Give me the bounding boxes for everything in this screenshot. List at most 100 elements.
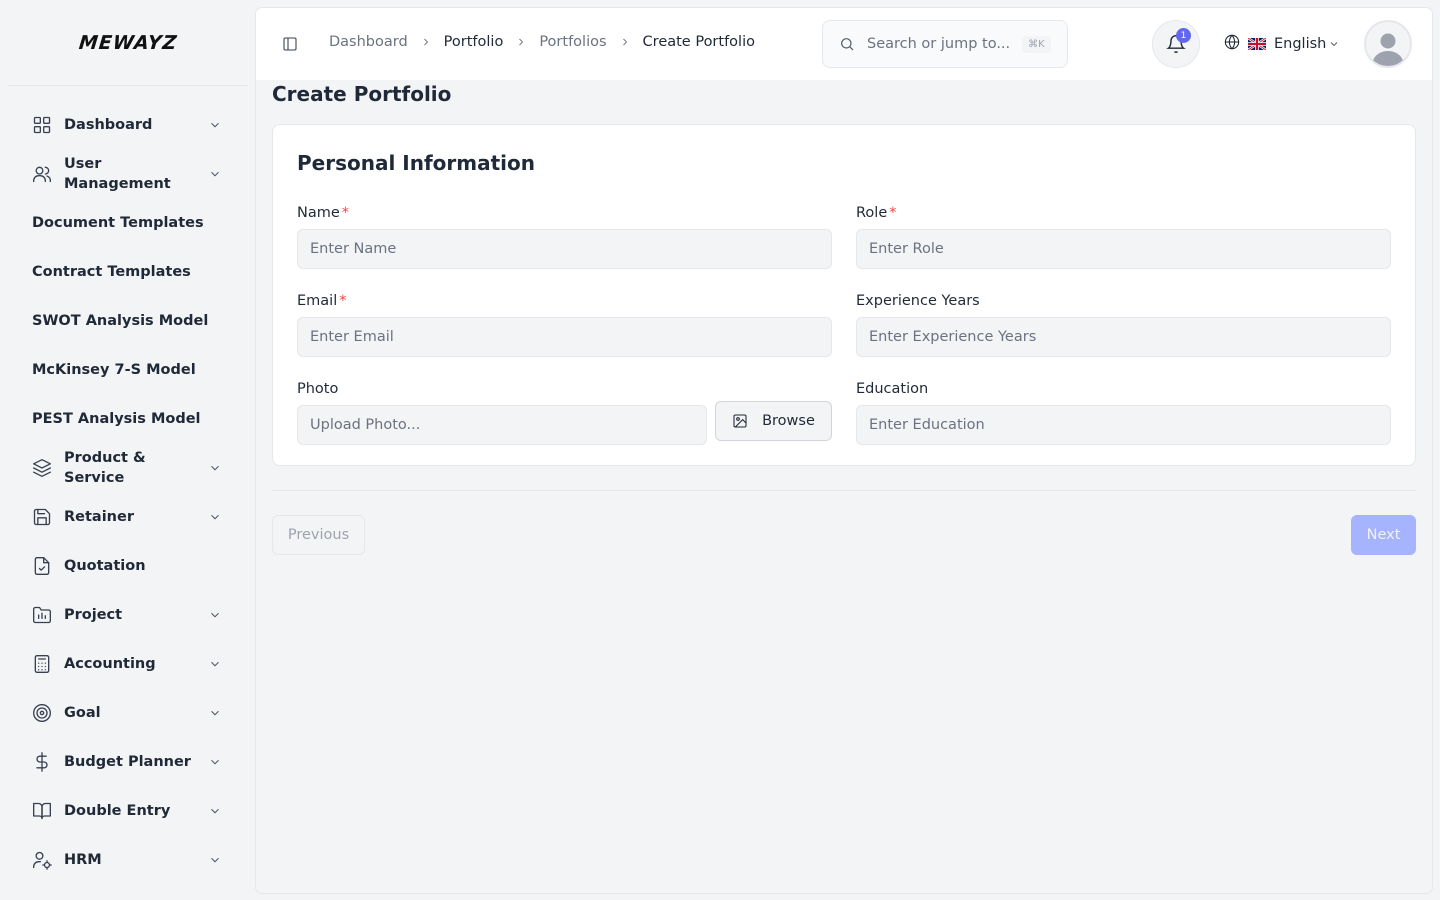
image-icon — [733, 414, 747, 428]
next-button[interactable]: Next — [1351, 515, 1416, 555]
browse-label: Browse — [762, 413, 815, 429]
required-marker: * — [339, 293, 347, 309]
experience-label: Experience Years — [856, 293, 1391, 313]
search-icon — [841, 38, 854, 51]
sidebar-item-label: Dashboard — [64, 116, 153, 133]
logo[interactable]: MEWAYZ — [8, 0, 248, 86]
target-icon — [32, 703, 52, 723]
breadcrumb-portfolios[interactable]: Portfolios — [539, 34, 606, 50]
sidebar-item-user-management[interactable]: User Management — [0, 149, 256, 198]
sidebar-item-label: McKinsey 7-S Model — [32, 361, 196, 378]
required-marker: * — [889, 205, 897, 221]
topbar: Dashboard Portfolio Portfolios Create Po… — [256, 8, 1432, 80]
chevron-down-icon — [208, 706, 222, 720]
sidebar-item-budget-planner[interactable]: Budget Planner — [0, 737, 256, 786]
sidebar-item-project[interactable]: Project — [0, 590, 256, 639]
previous-button[interactable]: Previous — [272, 515, 365, 555]
search-placeholder: Search or jump to... — [867, 36, 1011, 52]
sidebar: MEWAYZ Dashboard User Management Documen… — [0, 0, 256, 900]
sidebar-item-retainer[interactable]: Retainer — [0, 492, 256, 541]
calculator-icon — [32, 654, 52, 674]
photo-label: Photo — [297, 381, 707, 401]
sidebar-item-pest-analysis-model[interactable]: PEST Analysis Model — [0, 394, 256, 443]
sidebar-item-label: User Management — [64, 155, 171, 192]
user-cog-icon — [32, 850, 52, 870]
sidebar-item-hrm[interactable]: HRM — [0, 835, 256, 884]
email-label-text: Email — [297, 293, 338, 309]
chevron-right-icon — [420, 36, 432, 48]
education-placeholder: Enter Education — [869, 417, 985, 433]
chevron-down-icon — [208, 608, 222, 622]
email-label: Email * — [297, 293, 832, 313]
name-placeholder: Enter Name — [310, 241, 397, 257]
sidebar-item-contract-templates[interactable]: Contract Templates — [0, 247, 256, 296]
grid-icon — [32, 115, 52, 135]
breadcrumb-portfolio[interactable]: Portfolio — [444, 34, 504, 50]
email-input[interactable]: Enter Email — [297, 317, 832, 357]
divider — [272, 490, 1416, 491]
sidebar-item-document-templates[interactable]: Document Templates — [0, 198, 256, 247]
sidebar-item-dashboard[interactable]: Dashboard — [0, 100, 256, 149]
sidebar-item-label: Product & Service — [64, 449, 146, 486]
browse-button[interactable]: Browse — [715, 401, 832, 441]
name-field-group: Name * Enter Name — [297, 205, 832, 269]
role-label-text: Role — [856, 205, 888, 221]
sidebar-item-swot-analysis-model[interactable]: SWOT Analysis Model — [0, 296, 256, 345]
avatar[interactable] — [1364, 20, 1412, 68]
education-label-text: Education — [856, 381, 929, 397]
notification-button[interactable]: 1 — [1152, 20, 1200, 68]
sidebar-item-label: Retainer — [64, 508, 134, 525]
photo-field-group: Photo Upload Photo... — [297, 381, 707, 445]
breadcrumb: Dashboard Portfolio Portfolios Create Po… — [329, 34, 755, 50]
photo-placeholder: Upload Photo... — [310, 417, 421, 433]
page-title: Create Portfolio — [272, 82, 452, 106]
sidebar-item-label: Double Entry — [64, 802, 171, 819]
required-marker: * — [341, 205, 350, 221]
sidebar-item-product-service[interactable]: Product & Service — [0, 443, 256, 492]
experience-field-group: Experience Years Enter Experience Years — [856, 293, 1391, 357]
chevron-right-icon — [515, 36, 527, 48]
sidebar-item-label: Contract Templates — [32, 263, 191, 280]
name-input[interactable]: Enter Name — [297, 229, 832, 269]
sidebar-item-accounting[interactable]: Accounting — [0, 639, 256, 688]
breadcrumb-dashboard[interactable]: Dashboard — [329, 34, 408, 50]
search-input[interactable]: Search or jump to... ⌘K — [822, 20, 1068, 68]
section-title: Personal Information — [297, 151, 535, 175]
logo-text: MEWAYZ — [77, 31, 179, 54]
name-label-text: Name — [297, 205, 340, 221]
save-icon — [32, 507, 52, 527]
sidebar-toggle-icon[interactable] — [282, 36, 298, 52]
chevron-down-icon — [208, 853, 222, 867]
sidebar-item-mckinsey-7s-model[interactable]: McKinsey 7-S Model — [0, 345, 256, 394]
role-field-group: Role * Enter Role — [856, 205, 1391, 269]
layers-icon — [32, 458, 52, 478]
dollar-icon — [32, 751, 52, 772]
uk-flag-icon — [1247, 37, 1267, 51]
sidebar-item-label: Quotation — [64, 557, 146, 574]
language-selector[interactable]: English — [1224, 34, 1340, 54]
sidebar-item-label: SWOT Analysis Model — [32, 312, 209, 329]
chevron-down-icon — [208, 755, 222, 769]
chevron-down-icon — [208, 657, 222, 671]
chevron-down-icon — [208, 510, 222, 524]
photo-input[interactable]: Upload Photo... — [297, 405, 707, 445]
sidebar-item-quotation[interactable]: Quotation — [0, 541, 256, 590]
sidebar-item-goal[interactable]: Goal — [0, 688, 256, 737]
main-panel: Dashboard Portfolio Portfolios Create Po… — [256, 8, 1432, 893]
email-placeholder: Enter Email — [310, 329, 394, 345]
language-label: English — [1274, 36, 1327, 52]
search-shortcut: ⌘K — [1022, 35, 1051, 53]
chevron-down-icon — [208, 804, 222, 818]
education-input[interactable]: Enter Education — [856, 405, 1391, 445]
name-label: Name * — [297, 205, 832, 225]
users-icon — [32, 164, 52, 184]
experience-input[interactable]: Enter Experience Years — [856, 317, 1391, 357]
sidebar-item-label: Goal — [64, 704, 101, 721]
personal-information-card: Personal Information Name * Enter Name Ro… — [272, 124, 1416, 466]
sidebar-item-double-entry[interactable]: Double Entry — [0, 786, 256, 835]
sidebar-item-label: HRM — [64, 851, 102, 868]
chevron-down-icon — [208, 118, 222, 132]
chevron-down-icon — [208, 167, 222, 181]
role-placeholder: Enter Role — [869, 241, 944, 257]
role-input[interactable]: Enter Role — [856, 229, 1391, 269]
